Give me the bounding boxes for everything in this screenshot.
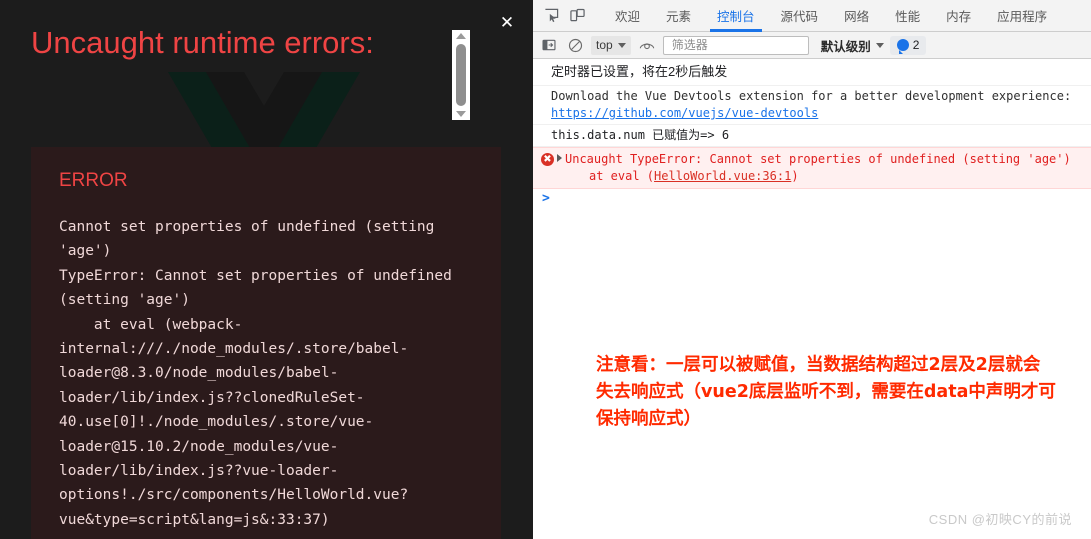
scrollbar-thumb[interactable] [456, 44, 466, 106]
overlay-scrollbar[interactable] [452, 30, 470, 120]
device-toolbar-glyph [569, 8, 585, 22]
error-card-label: ERROR [59, 170, 128, 191]
clear-console-glyph [568, 38, 582, 52]
devtools-panel: 欢迎 元素 控制台 源代码 网络 性能 内存 应用程序 top 筛选器 默认级别… [533, 0, 1091, 539]
filter-box[interactable] [662, 35, 809, 55]
console-message-text: Download the Vue Devtools extension for … [551, 89, 1072, 103]
console-message-timer: 定时器已设置，将在2秒后触发 [533, 59, 1091, 86]
console-prompt-caret: > [542, 191, 550, 206]
console-error-stack: at eval (HelloWorld.vue:36:1) [565, 168, 1085, 185]
tab-application[interactable]: 应用程序 [984, 0, 1060, 32]
scrollbar-up-arrow-icon[interactable] [452, 30, 470, 42]
inspect-element-glyph [544, 8, 558, 23]
console-sidebar-toggle-icon[interactable] [539, 35, 559, 55]
console-message-error: ✖ Uncaught TypeError: Cannot set propert… [533, 147, 1091, 189]
stack-prefix: at eval ( [589, 169, 655, 183]
execution-context-value: top [596, 38, 613, 52]
error-icon: ✖ [541, 153, 554, 166]
tab-memory[interactable]: 内存 [933, 0, 984, 32]
chevron-down-icon [875, 42, 884, 48]
issues-badge[interactable]: 2 [889, 35, 927, 55]
speech-bubble-icon [896, 39, 909, 54]
vue-devtools-link[interactable]: https://github.com/vuejs/vue-devtools [551, 106, 818, 120]
search-input[interactable] [669, 37, 802, 53]
console-message-assignment: this.data.num 已赋值为=> 6 [533, 125, 1091, 147]
console-message-devtools-hint: Download the Vue Devtools extension for … [533, 86, 1091, 125]
tab-elements[interactable]: 元素 [653, 0, 704, 32]
inspect-element-icon[interactable] [538, 3, 564, 29]
app-root: Uncaught runtime errors: ERROR Cannot se… [0, 0, 1091, 539]
live-expression-glyph [639, 43, 654, 50]
annotation-note: 注意看：一层可以被赋值，当数据结构超过2层及2层就会失去响应式（vue2底层监听… [596, 355, 1056, 429]
error-card-message: Cannot set properties of undefined (sett… [59, 219, 452, 528]
tab-welcome[interactable]: 欢迎 [602, 0, 653, 32]
console-prompt-row[interactable]: > [533, 189, 1091, 213]
watermark: CSDN @初映CY的前说 [928, 512, 1072, 527]
devtools-tab-list: 欢迎 元素 控制台 源代码 网络 性能 内存 应用程序 [602, 0, 1060, 32]
error-card: ERROR Cannot set properties of undefined… [31, 147, 501, 539]
sidebar-glyph [542, 39, 556, 51]
tab-performance[interactable]: 性能 [882, 0, 933, 32]
log-level-label: 默认级别 [820, 39, 871, 54]
log-level-select[interactable]: 默认级别 [821, 36, 884, 55]
scrollbar-down-arrow-icon[interactable] [452, 108, 470, 120]
stack-source-link[interactable]: HelloWorld.vue:36:1 [654, 169, 791, 183]
clear-console-icon[interactable] [565, 35, 585, 55]
console-toolbar: top 默认级别 2 [533, 32, 1091, 59]
device-toolbar-icon[interactable] [564, 3, 590, 29]
page-viewport: Uncaught runtime errors: ERROR Cannot se… [0, 0, 533, 539]
tab-sources[interactable]: 源代码 [768, 0, 832, 32]
eye-icon[interactable] [637, 35, 657, 55]
expand-error-triangle-icon[interactable] [557, 154, 562, 162]
stack-suffix: ) [791, 169, 799, 183]
issues-count: 2 [912, 38, 920, 52]
devtools-tabbar: 欢迎 元素 控制台 源代码 网络 性能 内存 应用程序 [533, 0, 1091, 32]
execution-context-select[interactable]: top [591, 35, 631, 55]
close-overlay-button[interactable]: ✕ [496, 12, 518, 34]
console-message-list[interactable]: 定时器已设置，将在2秒后触发 Download the Vue Devtools… [533, 59, 1091, 539]
console-error-text: Uncaught TypeError: Cannot set propertie… [565, 152, 1071, 166]
overlay-title: Uncaught runtime errors: [31, 25, 374, 60]
console-message-text: 定时器已设置，将在2秒后触发 [551, 64, 728, 79]
console-message-text: this.data.num 已赋值为=> 6 [551, 128, 730, 142]
tab-console[interactable]: 控制台 [704, 0, 768, 32]
chevron-down-icon [617, 42, 626, 48]
tab-network[interactable]: 网络 [831, 0, 882, 32]
